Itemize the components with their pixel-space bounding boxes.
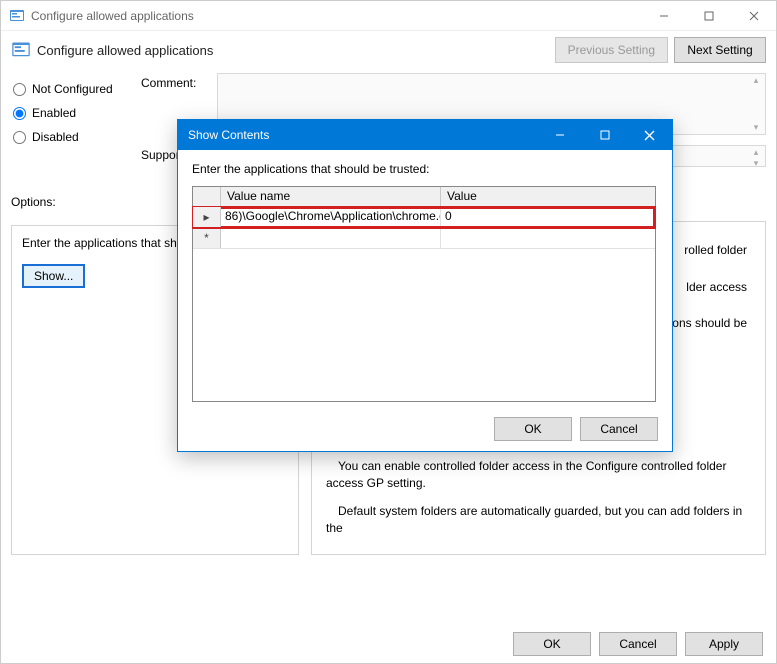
cancel-button[interactable]: Cancel <box>599 632 677 656</box>
radio-input-not-configured[interactable] <box>13 83 26 96</box>
row-marker-icon: ▸ <box>193 207 221 227</box>
previous-setting-button[interactable]: Previous Setting <box>555 37 668 63</box>
dialog-maximize-button[interactable] <box>582 120 627 150</box>
cell-value[interactable]: 0 <box>441 207 655 227</box>
dialog-titlebar: Show Contents <box>178 120 672 150</box>
cell-value[interactable] <box>441 228 655 248</box>
minimize-button[interactable] <box>641 1 686 30</box>
help-text: Default system folders are automatically… <box>326 503 747 538</box>
main-titlebar: Configure allowed applications <box>1 1 776 31</box>
scrollbar-icon: ▴▾ <box>748 147 764 165</box>
cell-valuename[interactable] <box>221 228 441 248</box>
radio-enabled[interactable]: Enabled <box>11 101 141 125</box>
window-title: Configure allowed applications <box>31 9 641 23</box>
radio-label: Not Configured <box>32 82 113 96</box>
dialog-title: Show Contents <box>188 128 537 142</box>
ok-button[interactable]: OK <box>513 632 591 656</box>
dialog-minimize-button[interactable] <box>537 120 582 150</box>
show-contents-dialog: Show Contents Enter the applications tha… <box>177 119 673 452</box>
show-button[interactable]: Show... <box>22 264 85 288</box>
grid-row-new[interactable]: * <box>193 228 655 249</box>
column-header-valuename[interactable]: Value name <box>221 187 441 206</box>
values-grid[interactable]: Value name Value ▸ 86)\Google\Chrome\App… <box>192 186 656 402</box>
grid-row[interactable]: ▸ 86)\Google\Chrome\Application\chrome.e… <box>193 207 655 228</box>
row-marker-new-icon: * <box>193 228 221 248</box>
dialog-close-button[interactable] <box>627 120 672 150</box>
scrollbar-icon: ▴▾ <box>748 75 764 133</box>
dialog-cancel-button[interactable]: Cancel <box>580 417 658 441</box>
dialog-ok-button[interactable]: OK <box>494 417 572 441</box>
apply-button[interactable]: Apply <box>685 632 763 656</box>
next-setting-button[interactable]: Next Setting <box>674 37 766 63</box>
state-radios: Not Configured Enabled Disabled <box>11 73 141 177</box>
radio-label: Disabled <box>32 130 79 144</box>
policy-icon <box>9 8 25 24</box>
cell-valuename[interactable]: 86)\Google\Chrome\Application\chrome.exe <box>221 207 441 227</box>
radio-label: Enabled <box>32 106 76 120</box>
dialog-footer: OK Cancel <box>178 409 672 451</box>
radio-input-disabled[interactable] <box>13 131 26 144</box>
maximize-button[interactable] <box>686 1 731 30</box>
toolbar-title: Configure allowed applications <box>37 43 549 58</box>
policy-icon <box>11 40 31 60</box>
radio-not-configured[interactable]: Not Configured <box>11 77 141 101</box>
dialog-prompt: Enter the applications that should be tr… <box>192 162 658 176</box>
dialog-body: Enter the applications that should be tr… <box>178 150 672 409</box>
radio-disabled[interactable]: Disabled <box>11 125 141 149</box>
grid-corner <box>193 187 221 206</box>
column-header-value[interactable]: Value <box>441 187 655 206</box>
close-button[interactable] <box>731 1 776 30</box>
grid-header: Value name Value <box>193 187 655 207</box>
main-footer: OK Cancel Apply <box>513 632 763 656</box>
help-text: You can enable controlled folder access … <box>326 458 747 493</box>
radio-input-enabled[interactable] <box>13 107 26 120</box>
main-toolbar: Configure allowed applications Previous … <box>1 31 776 73</box>
